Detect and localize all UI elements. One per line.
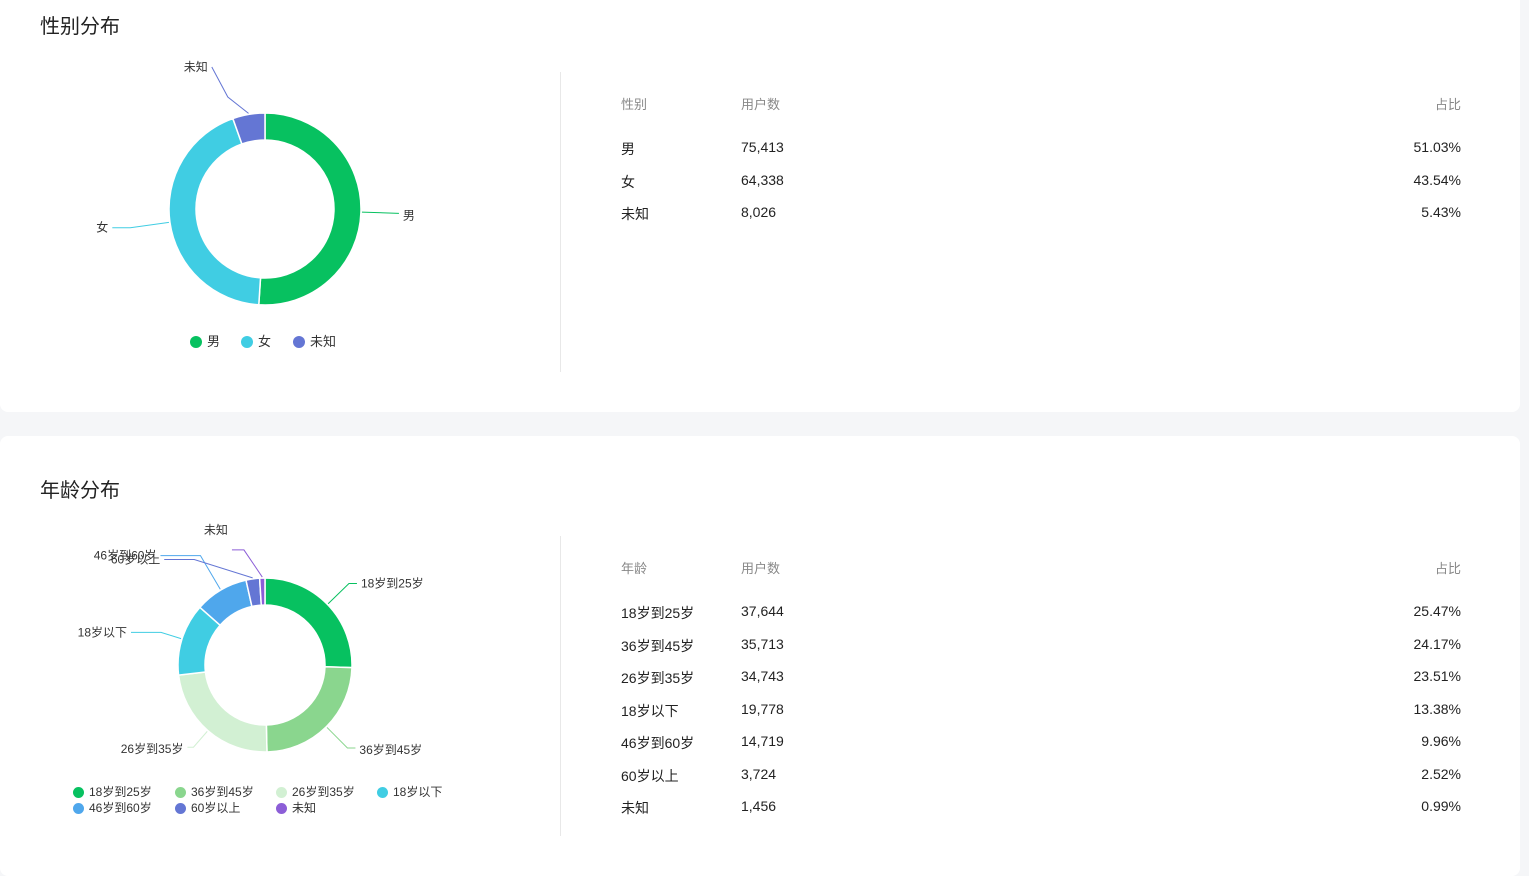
leader-line: [131, 631, 182, 640]
slice-label: 36岁到45岁: [359, 742, 422, 757]
legend-item[interactable]: 60岁以上: [175, 800, 240, 816]
legend-item[interactable]: 未知: [293, 334, 336, 350]
legend-dot: [276, 803, 287, 814]
legend-dot: [175, 803, 186, 814]
slice-label: 60岁以上: [111, 552, 160, 567]
legend-item[interactable]: 未知: [276, 800, 316, 816]
legend-dot: [293, 336, 305, 348]
legend-label: 未知: [310, 334, 337, 349]
legend-label: 18岁以下: [393, 785, 443, 799]
legend-label: 18岁到25岁: [89, 785, 152, 799]
legend-item[interactable]: 女: [241, 334, 271, 350]
legend-label: 男: [207, 334, 221, 349]
legend-label: 36岁到45岁: [191, 785, 254, 799]
legend-item[interactable]: 18岁以下: [377, 784, 442, 800]
donut-slice[interactable]: [264, 577, 353, 669]
slice-label: 26岁到35岁: [121, 741, 184, 756]
legend-label: 60岁以上: [191, 801, 241, 815]
legend-item[interactable]: 46岁到60岁: [73, 800, 152, 816]
legend-label: 46岁到60岁: [89, 801, 152, 815]
leader-line: [160, 555, 221, 590]
legend-item[interactable]: 男: [190, 334, 220, 350]
legend-item[interactable]: 36岁到45岁: [175, 784, 254, 800]
legend-item[interactable]: 26岁到35岁: [276, 784, 355, 800]
legend-label: 未知: [292, 801, 317, 815]
age-donut-chart: 18岁到25岁36岁到45岁26岁到35岁18岁以下46岁到60岁60岁以上未知: [78, 523, 424, 757]
slice-label: 18岁到25岁: [361, 576, 424, 591]
legend-dot: [377, 787, 388, 798]
leader-line: [327, 583, 357, 605]
legend-label: 女: [258, 334, 272, 349]
legend-dot: [276, 787, 287, 798]
leader-line: [326, 727, 356, 749]
legend-dot: [73, 787, 84, 798]
donut-slice[interactable]: [177, 671, 268, 753]
slice-label: 18岁以下: [78, 624, 127, 639]
legend-dot: [175, 787, 186, 798]
slice-label: 未知: [204, 523, 228, 537]
legend-dot: [73, 803, 84, 814]
leader-line: [187, 731, 208, 748]
donut-slice[interactable]: [258, 577, 266, 606]
legend-label: 26岁到35岁: [292, 785, 355, 799]
legend-dot: [190, 336, 202, 348]
legend-item[interactable]: 18岁到25岁: [73, 784, 152, 800]
legend-dot: [241, 336, 253, 348]
